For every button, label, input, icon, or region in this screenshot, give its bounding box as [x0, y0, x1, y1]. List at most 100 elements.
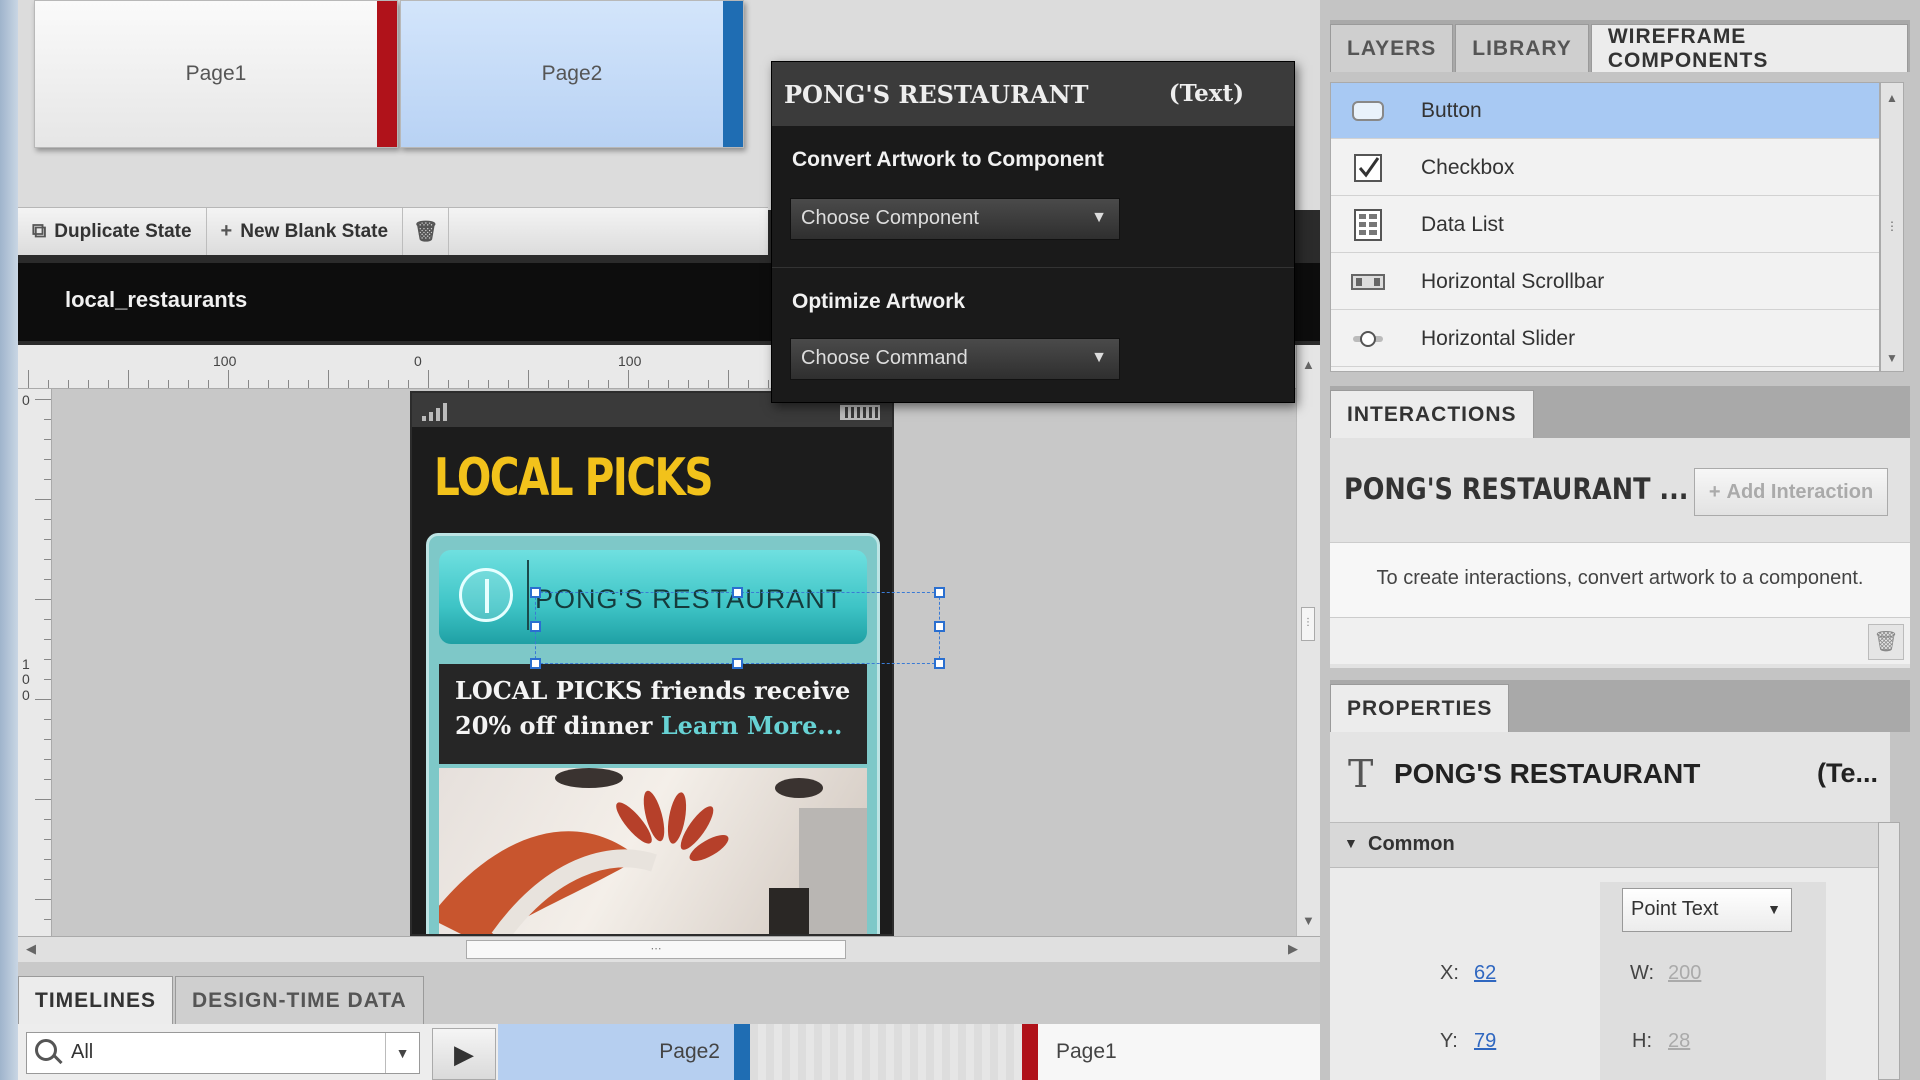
scroll-up-icon[interactable]: ▲ — [1886, 91, 1898, 105]
tab-interactions[interactable]: INTERACTIONS — [1330, 390, 1534, 438]
ruler-tick — [28, 370, 29, 388]
choose-component-select[interactable]: Choose Component ▼ — [790, 198, 1120, 240]
timelines-tabbar: TIMELINES DESIGN-TIME DATA — [18, 974, 426, 1024]
ruler-tick — [44, 459, 51, 460]
ruler-tick — [35, 599, 51, 600]
tab-properties[interactable]: PROPERTIES — [1330, 684, 1510, 732]
ruler-label: 0 — [22, 392, 30, 408]
battery-icon — [840, 405, 880, 420]
tab-design-time-data[interactable]: DESIGN-TIME DATA — [175, 976, 424, 1024]
ruler-tick — [48, 380, 49, 388]
scroll-grip-icon[interactable]: ⋮ — [1886, 219, 1898, 233]
scroll-down-icon[interactable]: ▼ — [1302, 913, 1315, 928]
hud-titlebar[interactable]: PONG'S RESTAURANT (Text) — [772, 62, 1294, 126]
resize-handle[interactable] — [530, 587, 541, 598]
ruler-tick — [44, 819, 51, 820]
ruler-tick — [44, 879, 51, 880]
scroll-thumb[interactable]: ⋮ — [1301, 607, 1315, 641]
component-label: Data List — [1421, 212, 1504, 236]
scroll-left-icon[interactable]: ◀ — [26, 941, 36, 957]
x-value[interactable]: 62 — [1474, 962, 1496, 985]
button-icon — [1349, 92, 1387, 130]
add-interaction-button[interactable]: + Add Interaction — [1694, 468, 1888, 516]
h-value[interactable]: 28 — [1668, 1030, 1690, 1053]
ruler-tick — [35, 799, 51, 800]
learn-more-link[interactable]: Learn More... — [661, 711, 843, 740]
ruler-tick — [44, 779, 51, 780]
choose-command-select[interactable]: Choose Command ▼ — [790, 338, 1120, 380]
plus-icon: + — [220, 220, 233, 242]
tab-layers[interactable]: LAYERS — [1330, 24, 1454, 72]
list-item-horizontal-scrollbar[interactable]: Horizontal Scrollbar — [1331, 254, 1879, 310]
ruler-tick — [588, 380, 589, 388]
ruler-tick — [44, 739, 51, 740]
ruler-tick — [508, 380, 509, 388]
duplicate-state-button[interactable]: ⧉ Duplicate State — [18, 208, 207, 255]
tab-wireframe-components[interactable]: WIREFRAME COMPONENTS — [1590, 24, 1908, 72]
scroll-down-icon[interactable]: ▼ — [1886, 351, 1898, 365]
list-item-data-list[interactable]: Data List — [1331, 197, 1879, 253]
ruler-tick — [408, 380, 409, 388]
selection-bounding-box[interactable] — [530, 587, 945, 669]
ruler-tick — [388, 380, 389, 388]
resize-handle[interactable] — [530, 658, 541, 669]
trash-icon[interactable]: 🗑 — [1868, 624, 1904, 660]
resize-handle[interactable] — [732, 587, 743, 598]
resize-handle[interactable] — [934, 621, 945, 632]
resize-handle[interactable] — [732, 658, 743, 669]
resize-handle[interactable] — [934, 658, 945, 669]
ruler-tick — [44, 859, 51, 860]
canvas-horizontal-scrollbar[interactable]: ◀ ⋯ ▶ — [18, 936, 1320, 962]
timeline-filter-input[interactable]: All ▼ — [26, 1032, 420, 1074]
ruler-tick — [44, 719, 51, 720]
scroll-right-icon[interactable]: ▶ — [1288, 941, 1298, 957]
scroll-thumb[interactable]: ⋯ — [466, 940, 846, 959]
window-frame-left — [0, 0, 18, 1080]
ruler-tick — [44, 679, 51, 680]
page-thumbnail-page2[interactable]: Page2 — [400, 0, 744, 148]
ruler-tick — [44, 559, 51, 560]
timeline-state-page1[interactable]: Page1 — [1022, 1024, 1320, 1080]
components-scrollbar[interactable]: ▲ ⋮ ▼ — [1880, 82, 1904, 372]
text-mode-select[interactable]: Point Text ▼ — [1622, 888, 1792, 932]
ruler-tick — [44, 519, 51, 520]
ruler-tick — [428, 370, 429, 388]
signal-icon — [422, 401, 452, 421]
chevron-down-icon[interactable]: ▼ — [385, 1033, 419, 1073]
ruler-tick — [448, 380, 449, 388]
list-item-horizontal-slider[interactable]: Horizontal Slider — [1331, 311, 1879, 367]
canvas-vertical-scrollbar[interactable]: ▲ ⋮ ▼ — [1296, 345, 1320, 936]
promo-box[interactable]: LOCAL PICKS friends receive 20% off dinn… — [439, 664, 867, 764]
chevron-down-icon: ▼ — [1091, 349, 1107, 366]
ruler-tick — [35, 399, 51, 400]
ruler-tick — [668, 380, 669, 388]
horizontal-scrollbar-icon — [1349, 263, 1387, 301]
timeline-state-page2[interactable]: Page2 — [498, 1024, 750, 1080]
delete-state-button[interactable]: 🗑 — [403, 208, 450, 255]
x-label: X: — [1440, 962, 1459, 984]
resize-handle[interactable] — [934, 587, 945, 598]
list-item-button[interactable]: Button — [1331, 83, 1879, 139]
search-icon — [35, 1039, 57, 1061]
resize-handle[interactable] — [530, 621, 541, 632]
scroll-up-icon[interactable]: ▲ — [1302, 357, 1315, 372]
tab-library[interactable]: LIBRARY — [1455, 24, 1589, 72]
interactions-tabbar: INTERACTIONS — [1330, 386, 1910, 438]
food-photo[interactable] — [439, 768, 867, 934]
interaction-target-name: PONG'S RESTAURANT ... — [1344, 472, 1689, 506]
timeline-transition-track[interactable] — [750, 1024, 1022, 1080]
y-value[interactable]: 79 — [1474, 1030, 1496, 1053]
page-thumbnail-page1[interactable]: Page1 — [34, 0, 398, 148]
common-section-label: Common — [1368, 833, 1455, 855]
play-button[interactable]: ▶ — [432, 1028, 496, 1080]
app-brand-title[interactable]: LOCAL PICKS — [434, 448, 714, 508]
list-item-checkbox[interactable]: Checkbox — [1331, 140, 1879, 196]
w-value[interactable]: 200 — [1668, 962, 1701, 985]
properties-header: T PONG'S RESTAURANT (Te... — [1330, 732, 1890, 822]
common-section-header[interactable]: ▼ Common — [1330, 822, 1890, 868]
properties-scrollbar[interactable] — [1878, 822, 1900, 1080]
new-blank-state-button[interactable]: + New Blank State — [207, 208, 404, 255]
component-label: Horizontal Slider — [1421, 326, 1576, 350]
tab-timelines[interactable]: TIMELINES — [18, 976, 174, 1024]
ruler-tick — [35, 699, 51, 700]
